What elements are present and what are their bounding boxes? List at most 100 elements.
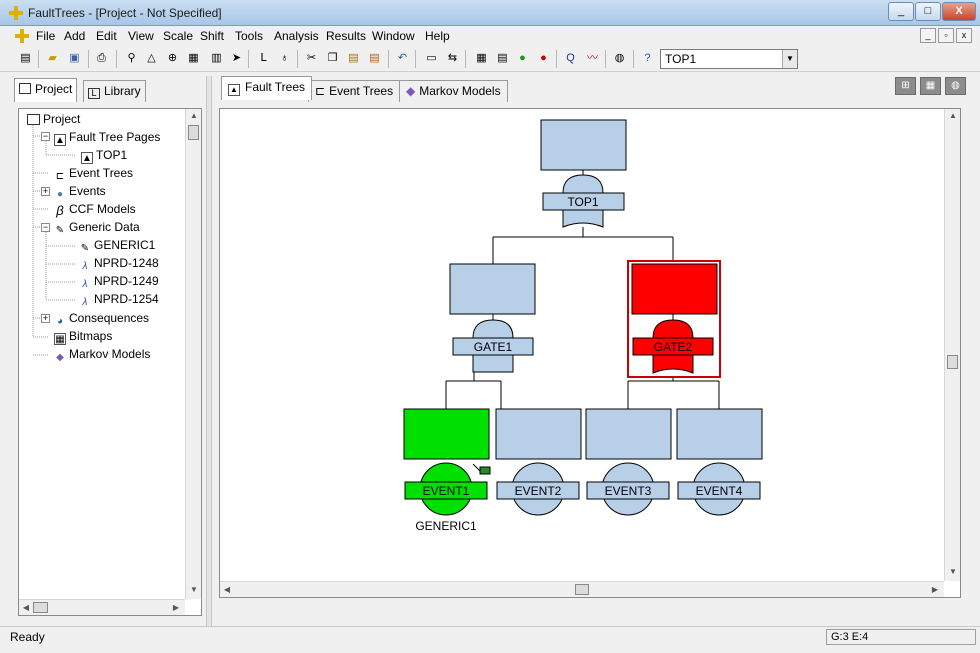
scroll-left-icon[interactable]: ◀	[21, 603, 31, 612]
scroll-left-icon[interactable]: ◀	[222, 585, 232, 594]
panel-splitter[interactable]	[206, 76, 212, 626]
tree-item-consequences[interactable]: ◕ Consequences	[54, 311, 149, 328]
menu-view[interactable]: View	[128, 29, 154, 43]
tab-fault-trees[interactable]: ▲ Fault Trees	[221, 76, 313, 100]
print-icon[interactable]: ⎙	[93, 50, 110, 67]
undo-link-icon[interactable]: ♁	[276, 50, 293, 67]
tree-root[interactable]: Project	[27, 112, 80, 126]
mdi-restore-button[interactable]: ▫	[938, 28, 954, 43]
traffic-light-icon[interactable]: ●	[514, 50, 531, 67]
paste-special-icon[interactable]: ▤	[366, 50, 383, 67]
globe-icon[interactable]: ◍	[611, 50, 628, 67]
copy-icon[interactable]: ❐	[324, 50, 341, 67]
scroll-down-icon[interactable]: ▼	[945, 567, 961, 576]
project-tab-icon	[19, 83, 31, 94]
view-table-icon[interactable]: ▦	[920, 77, 941, 95]
minimize-button[interactable]: _	[888, 2, 914, 21]
expand-icon[interactable]: +	[41, 314, 50, 323]
mdi-minimize-button[interactable]: _	[920, 28, 936, 43]
tree-item-event-trees[interactable]: ⊏ Event Trees	[54, 166, 133, 183]
top-event-select[interactable]: TOP1 ▼	[660, 49, 798, 69]
tree-hscroll-thumb[interactable]	[33, 602, 48, 613]
menu-tools[interactable]: Tools	[235, 29, 263, 43]
tree-item-top1[interactable]: ▲ TOP1	[81, 148, 127, 164]
canvas-vscroll-thumb[interactable]	[947, 355, 958, 369]
tree-item-generic-data[interactable]: ✎ Generic Data	[54, 220, 140, 237]
scroll-right-icon[interactable]: ▶	[171, 603, 181, 612]
collapse-icon[interactable]: −	[41, 223, 50, 232]
event4[interactable]: EVENT4	[676, 408, 763, 516]
query-icon[interactable]: Q	[562, 50, 579, 67]
zoom-fit-icon[interactable]: ⇆	[444, 50, 461, 67]
trend-icon[interactable]: 〰	[584, 50, 601, 67]
fault-tree-canvas[interactable]: TOP1 GATE1 GATE2 EVENT1 GENERIC1 EVENT2 …	[219, 108, 961, 598]
results-icon[interactable]: ▤	[494, 50, 511, 67]
canvas-vertical-scrollbar[interactable]: ▲ ▼	[944, 109, 960, 581]
add-event-icon[interactable]: △	[143, 50, 160, 67]
document-icon[interactable]	[14, 28, 30, 44]
scroll-up-icon[interactable]: ▲	[945, 111, 961, 120]
menu-add[interactable]: Add	[64, 29, 85, 43]
paste-icon[interactable]: ▤	[345, 50, 362, 67]
mdi-close-button[interactable]: x	[956, 28, 972, 43]
gate2[interactable]: GATE2	[627, 260, 721, 378]
canvas-horizontal-scrollbar[interactable]: ◀ ▶	[220, 581, 944, 597]
add-bitmap-icon[interactable]: ▦	[185, 50, 202, 67]
tree-item-generic1[interactable]: ✎ GENERIC1	[79, 238, 156, 255]
tree-item-fault-tree-pages[interactable]: ▲ Fault Tree Pages	[54, 130, 160, 146]
gate1[interactable]: GATE1	[449, 263, 536, 373]
canvas-hscroll-thumb[interactable]	[575, 584, 589, 595]
menu-window[interactable]: Window	[372, 29, 415, 43]
tree-item-nprd-1248[interactable]: λ NPRD-1248	[79, 256, 159, 273]
stop-icon[interactable]: ●	[535, 50, 552, 67]
tree-item-ccf-models[interactable]: β CCF Models	[54, 202, 135, 217]
tab-project[interactable]: Project	[14, 78, 78, 102]
chevron-down-icon[interactable]: ▼	[782, 50, 797, 68]
maximize-button[interactable]: □	[915, 2, 941, 21]
view-globe-icon[interactable]: ◍	[945, 77, 966, 95]
tree-horizontal-scrollbar[interactable]: ◀ ▶	[19, 599, 185, 615]
menu-shift[interactable]: Shift	[200, 29, 224, 43]
tab-markov-models[interactable]: ◆ Markov Models	[399, 80, 508, 102]
tab-event-trees[interactable]: ⊏ Event Trees	[308, 80, 401, 102]
properties-icon[interactable]: ▤	[17, 50, 34, 67]
scroll-right-icon[interactable]: ▶	[930, 585, 940, 594]
menu-file[interactable]: File	[36, 29, 55, 43]
view-tree-icon[interactable]: ⊞	[895, 77, 916, 95]
menu-edit[interactable]: Edit	[96, 29, 117, 43]
calculator-icon[interactable]: ▦	[473, 50, 490, 67]
open-icon[interactable]: ▰	[44, 50, 61, 67]
help-icon[interactable]: ?	[639, 50, 656, 67]
top-event-gate[interactable]: TOP1	[540, 119, 627, 228]
add-gate-icon[interactable]: ⚲	[123, 50, 140, 67]
scroll-up-icon[interactable]: ▲	[186, 111, 201, 120]
tree-item-bitmaps[interactable]: ▦ Bitmaps	[54, 329, 112, 345]
menu-analysis[interactable]: Analysis	[274, 29, 319, 43]
tree-item-nprd-1249[interactable]: λ NPRD-1249	[79, 274, 159, 291]
tree-item-nprd-1254[interactable]: λ NPRD-1254	[79, 292, 159, 309]
add-transfer-icon[interactable]: ⊕	[164, 50, 181, 67]
scroll-down-icon[interactable]: ▼	[186, 585, 201, 594]
expand-icon[interactable]: +	[41, 187, 50, 196]
select-icon[interactable]: ➤	[228, 50, 245, 67]
view-page-icon[interactable]: ▭	[423, 50, 440, 67]
undo-icon[interactable]: ↶	[394, 50, 411, 67]
cut-icon[interactable]: ✂	[303, 50, 320, 67]
tree-item-markov-models[interactable]: ◆ Markov Models	[54, 347, 150, 364]
menu-scale[interactable]: Scale	[163, 29, 193, 43]
add-image-icon[interactable]: ▥	[208, 50, 225, 67]
menu-results[interactable]: Results	[326, 29, 366, 43]
collapse-icon[interactable]: −	[41, 132, 50, 141]
tab-library[interactable]: L Library	[83, 80, 146, 102]
close-button[interactable]: X	[942, 2, 976, 21]
logic-icon[interactable]: ᒪ	[255, 50, 272, 67]
event1[interactable]: EVENT1 GENERIC1	[403, 408, 491, 533]
tree-vscroll-thumb[interactable]	[188, 125, 199, 140]
menu-help[interactable]: Help	[425, 29, 450, 43]
event3[interactable]: EVENT3	[585, 408, 672, 516]
tree-item-events[interactable]: ● Events	[54, 184, 106, 201]
event2[interactable]: EVENT2	[495, 408, 582, 516]
save-icon[interactable]: ▣	[66, 50, 83, 67]
tree-vertical-scrollbar[interactable]: ▲ ▼	[185, 109, 201, 599]
link-icon	[479, 466, 491, 475]
